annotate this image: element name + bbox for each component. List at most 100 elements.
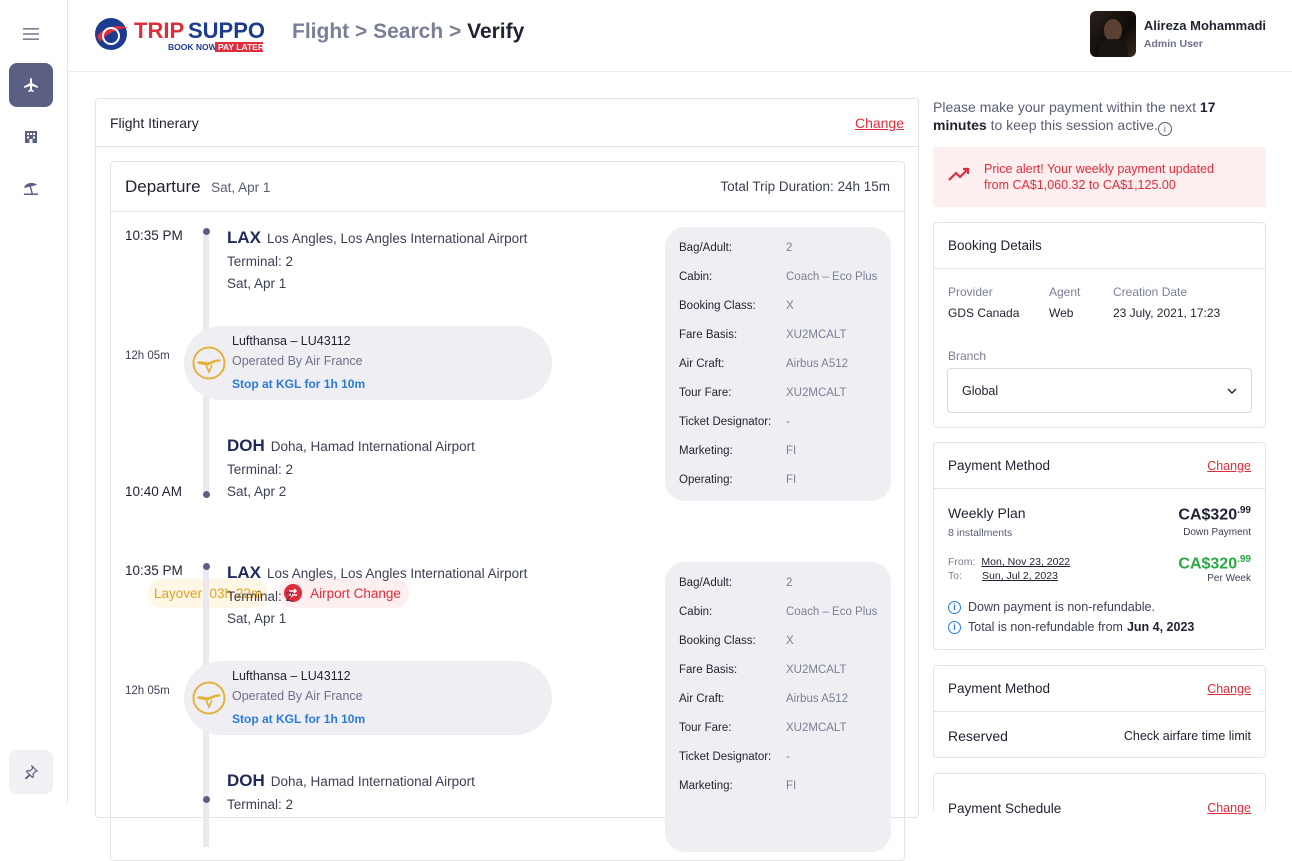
creation-date-value: 23 July, 2021, 17:23 — [1113, 306, 1221, 320]
payment-method-change-link[interactable]: Change — [1207, 682, 1251, 696]
destination-terminal: Terminal: 2 — [227, 462, 294, 477]
info-icon[interactable]: i — [1157, 122, 1172, 136]
summary-column: Please make your payment within the next… — [933, 98, 1266, 816]
departure-time: 10:35 PM — [125, 563, 183, 578]
timeline-dot — [203, 491, 210, 498]
lufthansa-logo-icon — [192, 346, 226, 380]
stop-info[interactable]: Stop at KGL for 1h 10m — [232, 377, 365, 391]
weekly-price-label: Per Week — [1207, 573, 1251, 584]
payment-method-title: Payment Method — [948, 681, 1051, 696]
fare-details-box: Bag/Adult: 2 Cabin: Coach – Eco Plus Booki… — [665, 562, 891, 852]
top-header: TRIP SUPPORT BOOK NOW PAY LATER Flight >… — [68, 0, 1292, 72]
flight-duration: 12h 05m — [125, 685, 170, 697]
carrier-flight: Lufthansa – LU43112 — [232, 334, 351, 348]
payment-schedule-card: Payment Schedule Change — [933, 773, 1266, 816]
sidebar-item-holiday[interactable] — [9, 166, 53, 210]
origin-name: Los Angles, Los Angles International Air… — [267, 231, 528, 246]
check-airfare-time-limit[interactable]: Check airfare time limit — [1124, 729, 1251, 743]
destination-name: Doha, Hamad International Airport — [270, 439, 475, 454]
refund-note-2: i Total is non-refundable from Jun 4, 2023 — [948, 620, 1194, 634]
branch-label: Branch — [948, 349, 987, 363]
origin-name: Los Angles, Los Angles International Air… — [267, 566, 528, 581]
fare-details-box: Bag/Adult: 2 Cabin: Coach – Eco Plus Booki… — [665, 227, 891, 501]
breadcrumb-search[interactable]: Search — [373, 20, 443, 43]
trip-support-logo[interactable]: TRIP SUPPORT BOOK NOW PAY LATER — [94, 14, 295, 54]
agent-value: Web — [1049, 306, 1074, 320]
flight-itinerary-panel: Flight Itinerary Change Departure Sat, A… — [95, 98, 919, 861]
origin-code: LAX — [227, 228, 261, 247]
refund-note-1: i Down payment is non-refundable. — [948, 600, 1155, 614]
origin-terminal: Terminal: 2 — [227, 589, 294, 604]
info-icon: i — [948, 600, 961, 614]
hamburger-menu-icon[interactable] — [9, 12, 53, 56]
departure-time: 10:35 PM — [125, 228, 183, 243]
hotel-icon — [25, 131, 37, 143]
branch-value: Global — [962, 383, 999, 398]
svg-text:BOOK NOW: BOOK NOW — [168, 42, 218, 52]
booking-details-card: Booking Details Provider GDS Canada Agen… — [933, 222, 1266, 428]
avatar — [1089, 11, 1136, 57]
session-timer-notice: Please make your payment within the next… — [933, 99, 1216, 136]
svg-text:TRIP: TRIP — [134, 18, 184, 43]
breadcrumb-current: Verify — [467, 20, 525, 43]
total-trip-duration: Total Trip Duration: 24h 15m — [720, 179, 890, 194]
stop-info[interactable]: Stop at KGL for 1h 10m — [232, 712, 365, 726]
plan-start: From: Mon, Nov 23, 2022 — [948, 556, 1071, 568]
operated-by: Operated By Air France — [232, 689, 363, 703]
payment-method-change-link[interactable]: Change — [1207, 459, 1251, 473]
origin-date: Sat, Apr 1 — [227, 611, 287, 626]
beach-umbrella-icon — [24, 182, 38, 195]
plan-start-date[interactable]: Mon, Nov 23, 2022 — [981, 556, 1070, 568]
booking-details-title: Booking Details — [948, 238, 1042, 253]
plan-end-date[interactable]: Sun, Jul 2, 2023 — [982, 570, 1058, 582]
flight-duration: 12h 05m — [125, 350, 170, 362]
timeline-dot — [203, 796, 210, 803]
weekly-price: CA$320.99 — [1178, 554, 1251, 573]
price-alert-line1: Price alert! Your weekly payment updated — [984, 162, 1214, 176]
price-alert-line2: from CA$1,060.32 to CA$1,125.00 — [984, 178, 1176, 192]
sidebar-item-flight[interactable] — [9, 63, 53, 107]
down-payment-label: Down Payment — [1183, 527, 1251, 538]
destination-name: Doha, Hamad International Airport — [270, 774, 475, 789]
arrival-time: 10:40 AM — [125, 484, 183, 499]
flight-segment: 10:35 PM LAX Los Angles, Los Angles Inter… — [111, 547, 906, 852]
carrier-box: Lufthansa – LU43112 Operated By Air Fran… — [184, 661, 552, 735]
itinerary-title: Flight Itinerary — [110, 114, 199, 131]
timeline-dot — [203, 228, 210, 235]
branch-select[interactable]: Global — [947, 368, 1252, 413]
user-role: Admin User — [1143, 38, 1203, 50]
provider-value: GDS Canada — [948, 306, 1020, 320]
breadcrumb-flight[interactable]: Flight — [292, 20, 349, 43]
pin-button[interactable] — [9, 750, 53, 794]
payment-schedule-change-link[interactable]: Change — [1207, 801, 1251, 815]
flight-segment: 10:35 PM LAX Los Angles, Los Angles Inter… — [111, 212, 906, 502]
destination-code: DOH — [227, 771, 265, 790]
trending-up-icon — [948, 167, 970, 181]
operated-by: Operated By Air France — [232, 354, 363, 368]
user-name: Alireza Mohammadi — [1143, 18, 1266, 33]
reserved-status: Reserved — [948, 728, 1008, 744]
svg-text:PAY LATER: PAY LATER — [218, 42, 264, 52]
lufthansa-logo-icon — [192, 681, 226, 715]
payment-method-card: Payment Method Change Weekly Plan 8 inst… — [933, 442, 1266, 650]
airplane-icon — [24, 78, 38, 92]
destination-date: Sat, Apr 2 — [227, 484, 287, 499]
destination-code: DOH — [227, 436, 265, 455]
payment-schedule-title: Payment Schedule — [948, 800, 1062, 816]
user-menu[interactable]: Alireza Mohammadi Admin User — [1089, 11, 1266, 57]
origin-terminal: Terminal: 2 — [227, 254, 294, 269]
pin-icon — [24, 765, 38, 779]
price-alert: Price alert! Your weekly payment updated… — [933, 147, 1266, 207]
timeline-dot — [203, 563, 210, 570]
itinerary-change-link[interactable]: Change — [855, 115, 904, 131]
departure-date: Sat, Apr 1 — [211, 179, 271, 195]
down-payment-price: CA$320.99 — [1178, 505, 1251, 524]
sidebar — [0, 0, 68, 804]
plan-installments: 8 installments — [948, 527, 1013, 539]
payment-method-title: Payment Method — [948, 458, 1051, 473]
origin-code: LAX — [227, 563, 261, 582]
sidebar-item-hotel[interactable] — [9, 115, 53, 159]
carrier-flight: Lufthansa – LU43112 — [232, 669, 351, 683]
info-icon: i — [948, 620, 961, 634]
departure-card: Departure Sat, Apr 1 Total Trip Duration… — [110, 161, 905, 861]
